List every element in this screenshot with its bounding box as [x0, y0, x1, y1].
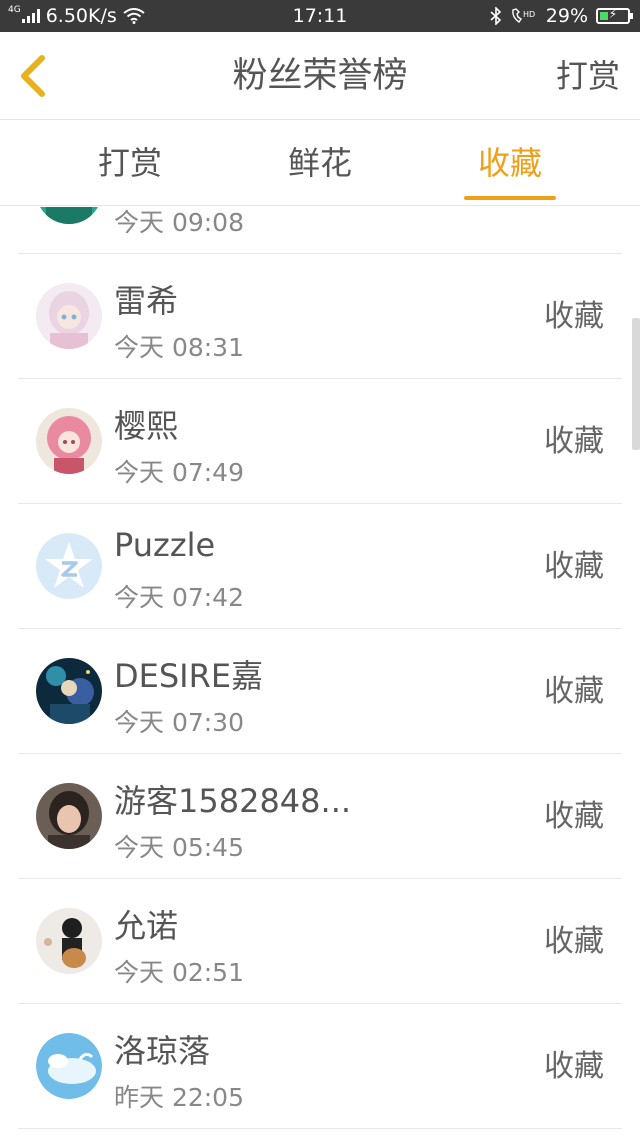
record-time: 今天 05:45	[114, 833, 244, 862]
record-time: 今天 02:51	[114, 958, 244, 987]
list-item[interactable]: 洛琼落 昨天 22:05 收藏	[18, 1004, 622, 1129]
fan-list[interactable]: 今天 09:08 雷希 今天 08:31 收藏 樱熙 今天 07:49 收藏 P…	[0, 207, 640, 1138]
avatar	[36, 658, 102, 724]
record-type: 收藏	[544, 1049, 604, 1084]
list-item[interactable]: Puzzle 今天 07:42 收藏	[18, 504, 622, 629]
record-type: 收藏	[544, 799, 604, 834]
avatar	[36, 207, 102, 224]
avatar	[36, 783, 102, 849]
user-name: Puzzle	[114, 526, 216, 564]
record-type: 收藏	[544, 674, 604, 709]
status-bar: 4G 6.50K/s 17:11 HD 29% ⚡	[0, 0, 640, 32]
record-type: 收藏	[544, 549, 604, 584]
record-time: 今天 09:08	[114, 208, 244, 237]
record-time: 今天 07:49	[114, 458, 244, 487]
battery-charging-icon: ⚡	[596, 7, 633, 24]
list-item[interactable]: 今天 09:08	[18, 207, 622, 254]
qq-default-avatar-icon	[36, 533, 102, 599]
reward-button[interactable]: 打赏	[556, 32, 620, 120]
user-name: DESIRE嘉	[114, 657, 264, 695]
avatar	[36, 408, 102, 474]
active-tab-indicator	[464, 196, 556, 200]
user-name: 雷希	[114, 282, 179, 320]
tab-label: 鲜花	[287, 144, 352, 182]
battery-text: 29%	[545, 5, 588, 27]
status-right: HD 29% ⚡	[490, 0, 633, 32]
record-type: 收藏	[544, 924, 604, 959]
list-item[interactable]: 樱熙 今天 07:49 收藏	[18, 379, 622, 504]
user-name: 洛琼落	[114, 1032, 211, 1070]
tab-bar: 打赏 鲜花 收藏	[0, 121, 640, 206]
list-item[interactable]: DESIRE嘉 今天 07:30 收藏	[18, 629, 622, 754]
record-time: 今天 08:31	[114, 333, 244, 362]
list-item[interactable]: 允诺 今天 02:51 收藏	[18, 879, 622, 1004]
svg-text:HD: HD	[523, 10, 535, 19]
tab-collect[interactable]: 收藏	[420, 121, 600, 206]
tab-label: 收藏	[477, 144, 542, 182]
user-name: 游客1582848...	[114, 782, 352, 820]
avatar	[36, 908, 102, 974]
record-time: 昨天 22:05	[114, 1083, 244, 1112]
page-title: 粉丝荣誉榜	[232, 56, 408, 96]
nav-bar: 粉丝荣誉榜 打赏	[0, 32, 640, 120]
tab-label: 打赏	[97, 144, 162, 182]
hd-call-icon: HD	[510, 7, 538, 25]
record-type: 收藏	[544, 424, 604, 459]
bluetooth-icon	[490, 7, 502, 25]
tab-reward[interactable]: 打赏	[40, 121, 220, 206]
record-time: 今天 07:42	[114, 583, 244, 612]
avatar	[36, 283, 102, 349]
record-type: 收藏	[544, 299, 604, 334]
scrollbar[interactable]	[632, 318, 640, 450]
list-item[interactable]: 雷希 今天 08:31 收藏	[18, 254, 622, 379]
list-item[interactable]: 游客1582848... 今天 05:45 收藏	[18, 754, 622, 879]
user-name: 樱熙	[114, 407, 179, 445]
record-time: 今天 07:30	[114, 708, 244, 737]
avatar	[36, 1033, 102, 1099]
tab-flower[interactable]: 鲜花	[230, 121, 410, 206]
user-name: 允诺	[114, 907, 179, 945]
